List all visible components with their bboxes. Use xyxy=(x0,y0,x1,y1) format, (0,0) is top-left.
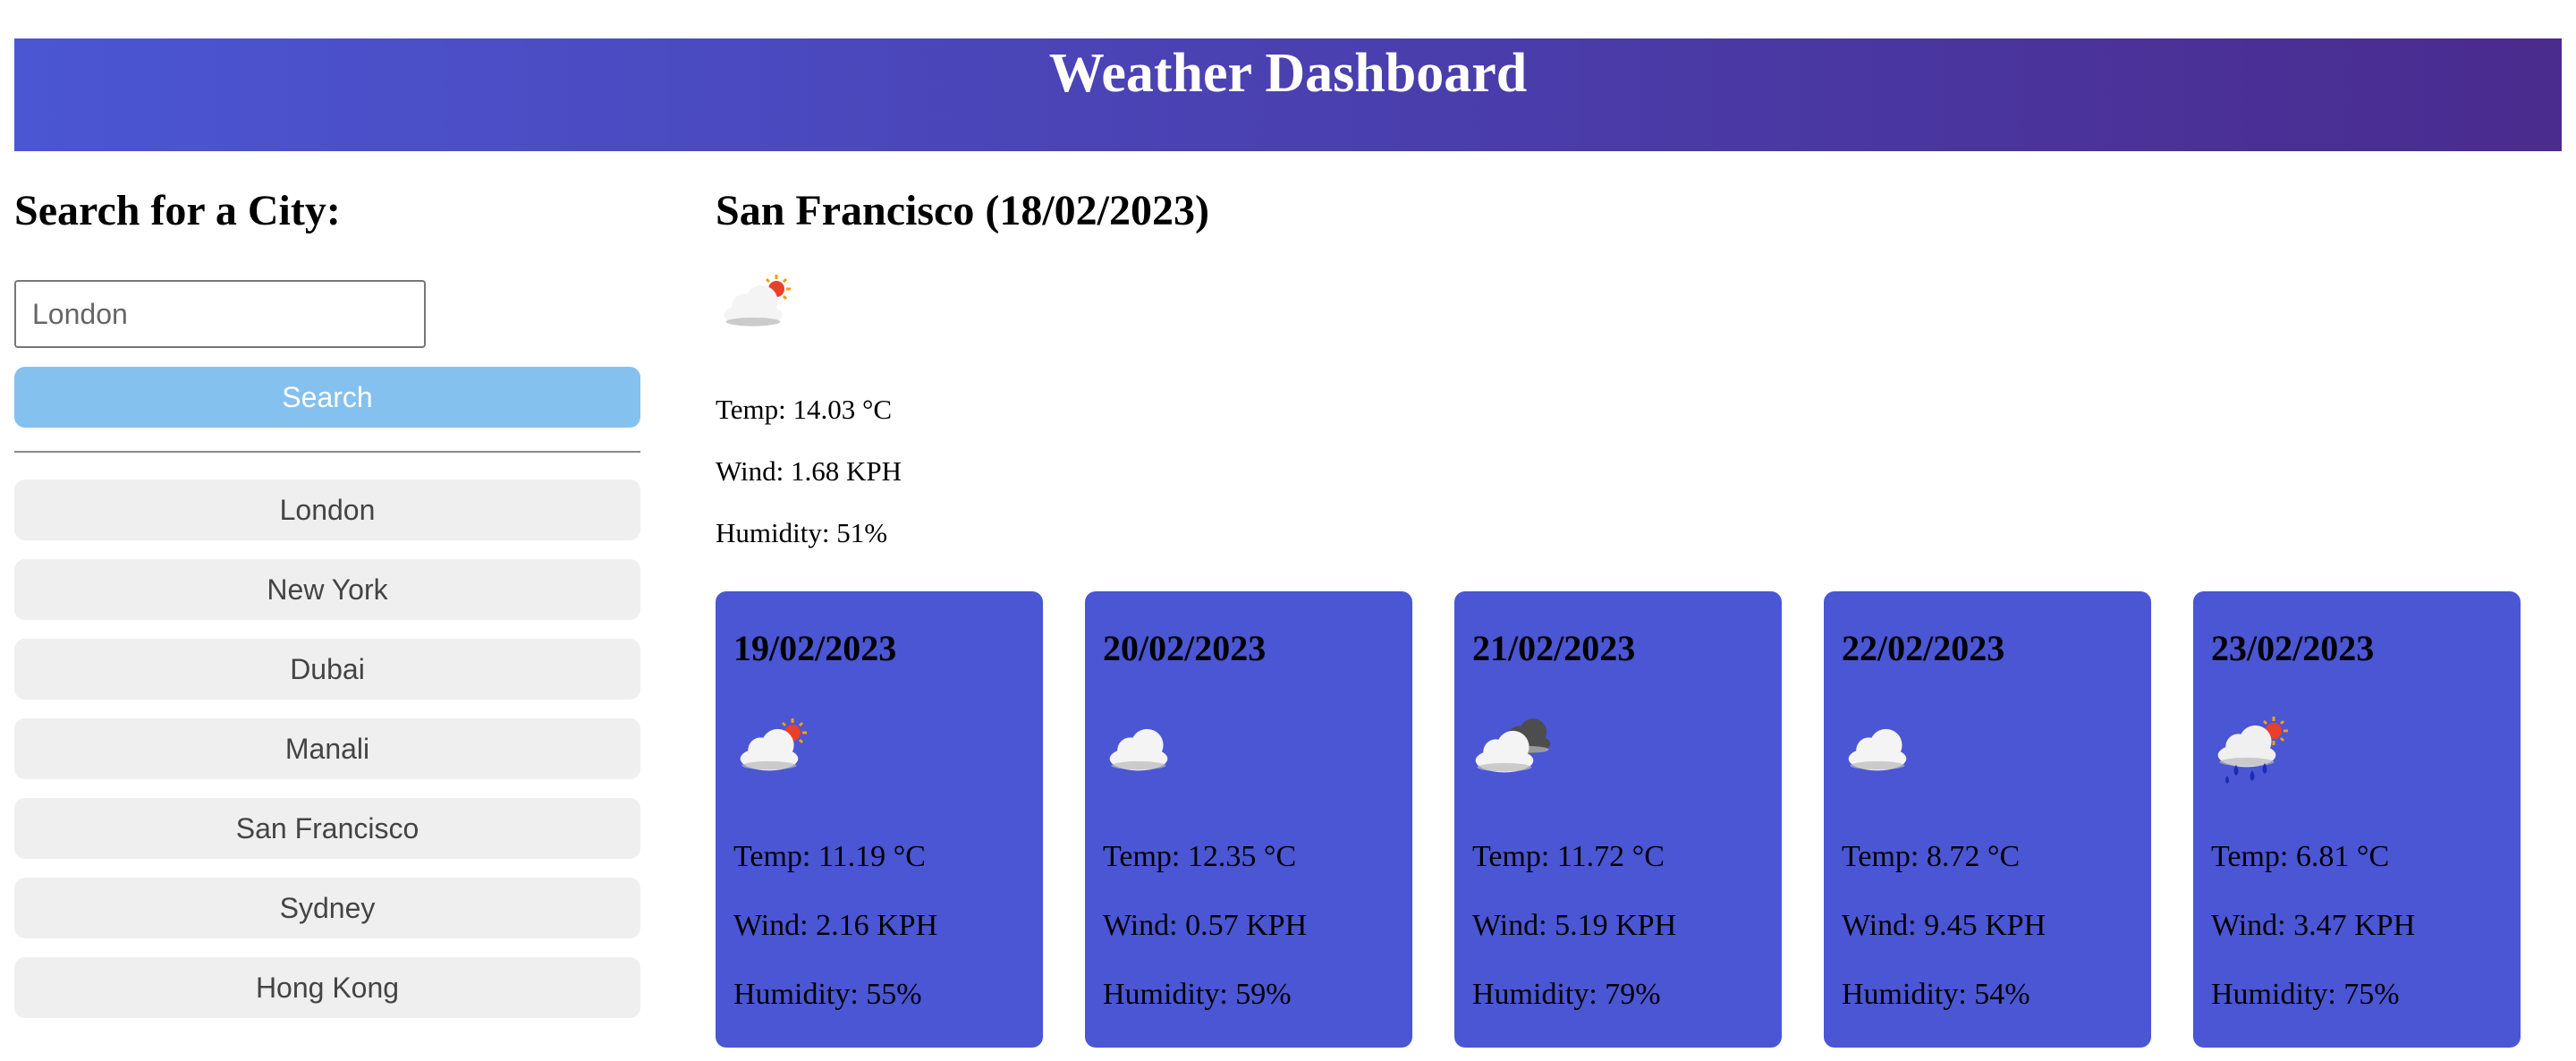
forecast-temp: Temp: 12.35 °C xyxy=(1103,840,1297,873)
forecast-date: 22/02/2023 xyxy=(1842,628,2005,668)
broken-clouds-icon xyxy=(1470,708,1560,797)
history-city-button[interactable]: Manali xyxy=(14,718,640,779)
forecast-temp: Temp: 11.72 °C xyxy=(1472,840,1665,873)
forecast-date: 20/02/2023 xyxy=(1103,628,1267,668)
history-city-button[interactable]: Sydney xyxy=(14,878,640,938)
current-city-title: San Francisco (18/02/2023) xyxy=(716,187,1209,234)
search-button[interactable]: Search xyxy=(14,367,640,428)
current-temp: Temp: 14.03 °C xyxy=(716,394,893,425)
search-heading: Search for a City: xyxy=(14,187,341,234)
search-sidebar: Search for a City: Search London New Yor… xyxy=(14,179,640,1018)
history-city-button[interactable]: Hong Kong xyxy=(14,957,640,1018)
forecast-wind: Wind: 2.16 KPH xyxy=(733,909,938,942)
history-city-button[interactable]: New York xyxy=(14,559,640,620)
history-city-button[interactable]: Dubai xyxy=(14,639,640,700)
current-weather: San Francisco (18/02/2023) Temp: 14.03 °… xyxy=(716,179,2504,548)
forecast-card: 22/02/2023 Temp: 8.72 °C Wind: 9.45 KPH … xyxy=(1824,591,2151,1048)
forecast-card: 20/02/2023 Temp: 12.35 °C Wind: 0.57 KPH… xyxy=(1085,591,1412,1048)
rain-sun-icon xyxy=(2209,708,2299,797)
forecast-wind: Wind: 3.47 KPH xyxy=(2211,909,2416,942)
forecast-temp: Temp: 11.19 °C xyxy=(733,840,926,873)
forecast-temp: Temp: 6.81 °C xyxy=(2211,840,2390,873)
forecast-wind: Wind: 0.57 KPH xyxy=(1103,909,1308,942)
forecast-humidity: Humidity: 55% xyxy=(733,978,922,1011)
cloud-icon xyxy=(1101,708,1191,797)
current-humidity: Humidity: 51% xyxy=(716,517,888,548)
forecast-date: 23/02/2023 xyxy=(2211,628,2375,668)
page-title: Weather Dashboard xyxy=(1048,43,1528,104)
forecast-wind: Wind: 5.19 KPH xyxy=(1472,909,1677,942)
partly-cloudy-icon xyxy=(732,708,821,797)
forecast-temp: Temp: 8.72 °C xyxy=(1842,840,2021,873)
history-city-button[interactable]: London xyxy=(14,480,640,540)
forecast-humidity: Humidity: 79% xyxy=(1472,978,1661,1011)
forecast-humidity: Humidity: 59% xyxy=(1103,978,1292,1011)
forecast-date: 21/02/2023 xyxy=(1472,628,1636,668)
forecast-card: 23/02/2023 Temp: 6.81 °C Wind: 3.47 KPH … xyxy=(2193,591,2521,1048)
history-city-button[interactable]: San Francisco xyxy=(14,798,640,859)
forecast-card: 19/02/2023 Temp: 11.19 °C Wind: 2.16 KPH… xyxy=(716,591,1043,1048)
forecast-date: 19/02/2023 xyxy=(733,628,897,668)
forecast-humidity: Humidity: 54% xyxy=(1842,978,2030,1011)
city-search-input[interactable] xyxy=(14,280,426,348)
app-header: Weather Dashboard xyxy=(14,38,2562,151)
divider xyxy=(14,451,640,453)
partly-cloudy-icon xyxy=(716,264,805,353)
forecast-card: 21/02/2023 Temp: 11.72 °C Wind: 5.19 KPH… xyxy=(1454,591,1782,1048)
search-history-list: London New York Dubai Manali San Francis… xyxy=(14,480,640,1037)
forecast-humidity: Humidity: 75% xyxy=(2211,978,2400,1011)
cloud-icon xyxy=(1840,708,1929,797)
current-wind: Wind: 1.68 KPH xyxy=(716,455,902,487)
forecast-wind: Wind: 9.45 KPH xyxy=(1842,909,2046,942)
